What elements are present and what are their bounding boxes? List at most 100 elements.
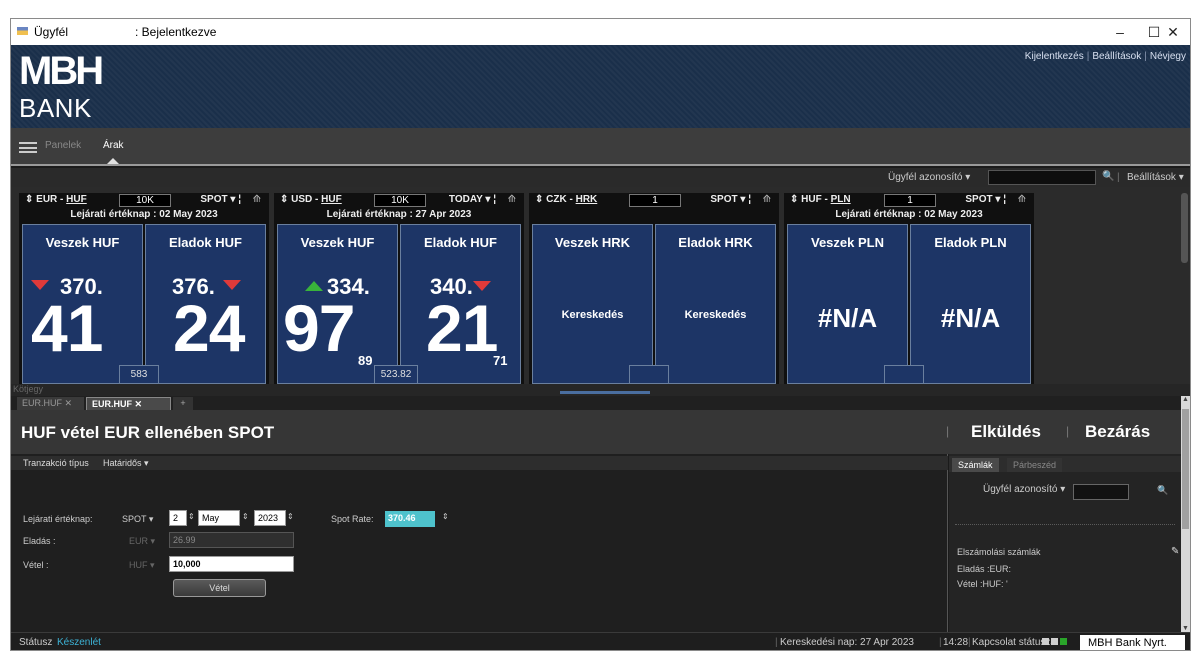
logout-link[interactable]: Kijelentkezés <box>1025 51 1084 62</box>
active-tab-indicator <box>107 158 119 164</box>
spread-value <box>629 365 669 384</box>
sell-button[interactable]: Eladok HUF 376. 24 <box>145 224 266 384</box>
month-spinner-icon[interactable]: ⇕ <box>242 512 249 521</box>
client-id-dropdown[interactable]: Ügyfél azonosító ▾ <box>888 172 970 183</box>
tools-strip: Ügyfél azonosító ▾ 🔍 | Beállítások ▾ <box>11 168 1190 187</box>
buy-label: Veszek HUF <box>45 235 120 250</box>
year-spinner-icon[interactable]: ⇕ <box>287 512 294 521</box>
amount-input[interactable]: 10K <box>374 194 426 207</box>
status-value: Készenlét <box>57 637 101 648</box>
buy-currency-dropdown[interactable]: HUF ▾ <box>129 560 155 571</box>
scroll-up-icon[interactable]: ▲ <box>1181 396 1190 403</box>
scroll-thumb[interactable] <box>1182 409 1189 529</box>
value-date-label: Lejárati értéknap: <box>23 514 93 524</box>
sell-button[interactable]: Eladok HUF 340. 21 71 <box>400 224 521 384</box>
buy-button[interactable]: Veszek HUF 370. 41 <box>22 224 143 384</box>
tenor-dropdown[interactable]: SPOT ▾ <box>122 514 153 525</box>
price-tile-huf-pln: ⇕ HUF - PLN 1 SPOT ▾ ¦ ⟰ Lejárati értékn… <box>784 193 1034 384</box>
sell-button[interactable]: Eladok PLN #N/A <box>910 224 1031 384</box>
resize-handle[interactable] <box>560 391 650 394</box>
amount-input[interactable]: 10K <box>119 194 171 207</box>
day-spinner-icon[interactable]: ⇕ <box>188 512 195 521</box>
transaction-type-dropdown[interactable]: Határidős ▾ <box>103 458 149 469</box>
currency-pair[interactable]: ⇕ HUF - PLN <box>790 194 851 205</box>
detach-icon[interactable]: ⟰ <box>253 194 261 205</box>
tab-prices[interactable]: Árak <box>103 140 124 151</box>
client-id-input[interactable] <box>988 170 1096 185</box>
add-tab-button[interactable]: + <box>173 397 193 410</box>
settings-link[interactable]: Beállítások <box>1092 51 1141 62</box>
rate-pips: 21 <box>426 291 498 365</box>
status-bar: Státusz Készenlét | Kereskedési nap: 27 … <box>11 632 1190 650</box>
price-tiles: ⇕ EUR - HUF 10K SPOT ▾ ¦ ⟰ Lejárati érté… <box>11 187 1190 384</box>
app-window: Ügyfél : Bejelentkezve – ☐ ✕ MBH BANK Ki… <box>10 18 1191 651</box>
search-icon[interactable]: 🔍 <box>1157 485 1168 496</box>
rate-pips: 97 <box>283 291 355 365</box>
buy-amount-input[interactable]: 10,000 <box>169 556 294 572</box>
detach-icon[interactable]: ⟰ <box>508 194 516 205</box>
tile-header: ⇕ HUF - PLN 1 SPOT ▾ ¦ ⟰ <box>784 193 1034 207</box>
arrow-down-icon <box>31 280 49 290</box>
close-ticket-button[interactable]: Bezárás <box>1085 422 1150 442</box>
transaction-type-bar: Tranzakció típus Határidős ▾ <box>11 456 948 470</box>
window-title: Ügyfél <box>34 25 69 39</box>
tenor-dropdown[interactable]: SPOT ▾ ¦ <box>200 194 241 205</box>
logo-subtitle: BANK <box>19 93 92 123</box>
client-id-input[interactable] <box>1073 484 1129 500</box>
section-label: Kötjegy <box>13 384 44 394</box>
close-button[interactable]: ✕ <box>1156 21 1190 43</box>
sell-label: Eladok HUF <box>169 235 242 250</box>
refresh-rate-icon[interactable]: ⇕ <box>442 512 449 521</box>
menu-bar: Panelek Árak <box>11 128 1190 166</box>
transaction-type-label: Tranzakció típus <box>23 458 89 468</box>
tab-eur-huf-2[interactable]: EUR.HUF ✕ <box>86 397 171 410</box>
scroll-down-icon[interactable]: ▼ <box>1181 625 1190 632</box>
amount-input[interactable]: 1 <box>629 194 681 207</box>
tenor-dropdown[interactable]: SPOT ▾ ¦ <box>965 194 1006 205</box>
detach-icon[interactable]: ⟰ <box>1018 194 1026 205</box>
detach-icon[interactable]: ⟰ <box>763 194 771 205</box>
buy-button[interactable]: Veszek PLN #N/A <box>787 224 908 384</box>
currency-pair[interactable]: ⇕ CZK - HRK <box>535 194 597 205</box>
currency-pair[interactable]: ⇕ EUR - HUF <box>25 194 87 205</box>
trading-status: Kereskedés <box>684 309 747 321</box>
brand-header: MBH BANK Kijelentkezés | Beállítások | Névje… <box>11 45 1190 128</box>
connection-indicator-icon <box>1060 638 1067 645</box>
tab-panels[interactable]: Panelek <box>45 140 81 151</box>
tenor-dropdown[interactable]: TODAY ▾ ¦ <box>449 194 496 205</box>
sell-label: Eladok HUF <box>424 235 497 250</box>
minimize-button[interactable]: – <box>1103 21 1137 43</box>
rate-fraction: 71 <box>493 353 508 368</box>
settings-dropdown[interactable]: Beállítások ▾ <box>1127 172 1184 183</box>
sell-button[interactable]: Eladok HRK Kereskedés <box>655 224 776 384</box>
buy-submit-button[interactable]: Vétel <box>173 579 266 597</box>
trading-day: Kereskedési nap: 27 Apr 2023 <box>780 637 914 648</box>
deal-form: Tranzakció típus Határidős ▾ Lejárati ér… <box>11 454 948 632</box>
panel-divider: Kötjegy <box>11 384 1190 396</box>
client-id-dropdown[interactable]: Ügyfél azonosító ▾ <box>983 484 1065 495</box>
vertical-scrollbar[interactable]: ▲ ▼ <box>1181 396 1190 632</box>
month-input[interactable]: May <box>198 510 240 526</box>
send-button[interactable]: Elküldés <box>971 422 1041 442</box>
tab-eur-huf-1[interactable]: EUR.HUF ✕ <box>17 397 84 410</box>
tab-dialog[interactable]: Párbeszéd <box>1007 458 1063 472</box>
status-label: Státusz <box>19 637 53 648</box>
buy-label: Veszek HRK <box>554 235 631 250</box>
edit-icon[interactable]: ✎ <box>1171 546 1179 557</box>
year-input[interactable]: 2023 <box>254 510 286 526</box>
value-date: Lejárati értéknap : 02 May 2023 <box>835 209 983 220</box>
hamburger-menu-icon[interactable] <box>19 142 37 153</box>
buy-button[interactable]: Veszek HRK Kereskedés <box>532 224 653 384</box>
tenor-dropdown[interactable]: SPOT ▾ ¦ <box>710 194 751 205</box>
buy-button[interactable]: Veszek HUF 334. 97 89 <box>277 224 398 384</box>
rate-fraction: 89 <box>358 353 373 368</box>
currency-pair[interactable]: ⇕ USD - HUF <box>280 194 342 205</box>
tab-accounts[interactable]: Számlák <box>952 458 999 472</box>
tiles-scrollbar[interactable] <box>1181 193 1188 263</box>
amount-input[interactable]: 1 <box>884 194 936 207</box>
rate-unavailable: #N/A <box>817 303 878 333</box>
search-icon[interactable]: 🔍 <box>1102 171 1114 182</box>
about-link[interactable]: Névjegy <box>1150 51 1186 62</box>
value-date: Lejárati értéknap : 02 May 2023 <box>70 209 218 220</box>
day-input[interactable]: 2 <box>169 510 187 526</box>
